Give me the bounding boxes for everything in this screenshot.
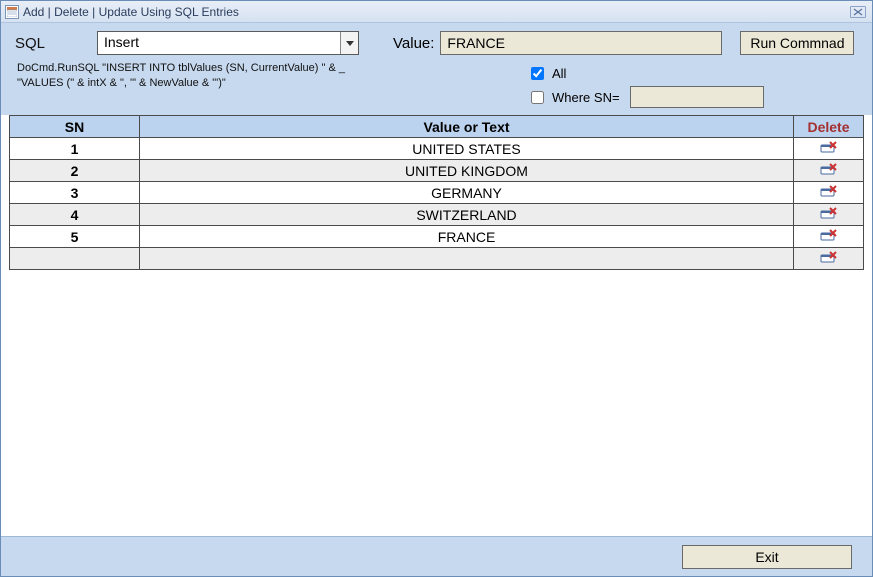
cell-delete	[794, 182, 864, 204]
cell-sn: 5	[10, 226, 140, 248]
cell-delete	[794, 226, 864, 248]
cell-value: UNITED KINGDOM	[140, 160, 794, 182]
sql-preview-line: "VALUES (" & intX & ", '" & NewValue & "…	[17, 76, 371, 91]
run-command-button[interactable]: Run Commnad	[740, 31, 854, 55]
column-header-delete: Delete	[794, 116, 864, 138]
delete-row-icon[interactable]	[820, 228, 838, 242]
footer-bar: Exit	[1, 536, 872, 576]
where-checkbox[interactable]	[531, 91, 544, 104]
sql-dropdown-value: Insert	[98, 32, 340, 54]
cell-value: FRANCE	[140, 226, 794, 248]
cell-value: SWITZERLAND	[140, 204, 794, 226]
value-label: Value:	[393, 35, 434, 52]
delete-row-icon[interactable]	[820, 206, 838, 220]
table-row: 5FRANCE	[10, 226, 864, 248]
cell-sn[interactable]	[10, 248, 140, 270]
chevron-down-icon[interactable]	[340, 32, 358, 54]
data-grid-container: SN Value or Text Delete 1UNITED STATES2U…	[1, 115, 872, 536]
exit-button[interactable]: Exit	[682, 545, 852, 569]
delete-row-icon[interactable]	[820, 140, 838, 154]
all-checkbox-label: All	[552, 66, 566, 81]
delete-row-icon[interactable]	[820, 162, 838, 176]
column-header-sn: SN	[10, 116, 140, 138]
control-row-2: DoCmd.RunSQL "INSERT INTO tblValues (SN,…	[11, 61, 862, 109]
all-checkbox[interactable]	[531, 67, 544, 80]
value-input[interactable]	[440, 31, 722, 55]
titlebar: Add | Delete | Update Using SQL Entries	[1, 1, 872, 23]
window-root: Add | Delete | Update Using SQL Entries …	[0, 0, 873, 577]
control-panel: SQL Insert Value: Run Commnad DoCmd.RunS…	[1, 23, 872, 115]
data-grid: SN Value or Text Delete 1UNITED STATES2U…	[9, 115, 864, 270]
table-row: 3GERMANY	[10, 182, 864, 204]
where-sn-input[interactable]	[630, 86, 764, 108]
where-checkbox-label: Where SN=	[552, 90, 620, 105]
column-header-value: Value or Text	[140, 116, 794, 138]
sql-preview: DoCmd.RunSQL "INSERT INTO tblValues (SN,…	[11, 61, 371, 91]
cell-delete	[794, 248, 864, 270]
cell-value: UNITED STATES	[140, 138, 794, 160]
cell-sn: 1	[10, 138, 140, 160]
window-title: Add | Delete | Update Using SQL Entries	[23, 5, 848, 19]
cell-sn: 2	[10, 160, 140, 182]
sql-preview-line: DoCmd.RunSQL "INSERT INTO tblValues (SN,…	[17, 61, 371, 76]
cell-delete	[794, 160, 864, 182]
option-where: Where SN=	[531, 85, 764, 109]
cell-delete	[794, 138, 864, 160]
cell-sn: 3	[10, 182, 140, 204]
sql-label: SQL	[11, 35, 91, 52]
delete-row-icon[interactable]	[820, 184, 838, 198]
option-all: All	[531, 61, 764, 85]
cell-sn: 4	[10, 204, 140, 226]
cell-value[interactable]	[140, 248, 794, 270]
control-row-1: SQL Insert Value: Run Commnad	[11, 31, 862, 55]
options-group: All Where SN=	[531, 61, 764, 109]
table-row: 4SWITZERLAND	[10, 204, 864, 226]
table-row: 1UNITED STATES	[10, 138, 864, 160]
sql-dropdown[interactable]: Insert	[97, 31, 359, 55]
cell-value: GERMANY	[140, 182, 794, 204]
table-row-new[interactable]	[10, 248, 864, 270]
close-icon[interactable]	[848, 5, 868, 19]
form-icon	[5, 5, 19, 19]
table-row: 2UNITED KINGDOM	[10, 160, 864, 182]
delete-row-icon[interactable]	[820, 250, 838, 264]
cell-delete	[794, 204, 864, 226]
